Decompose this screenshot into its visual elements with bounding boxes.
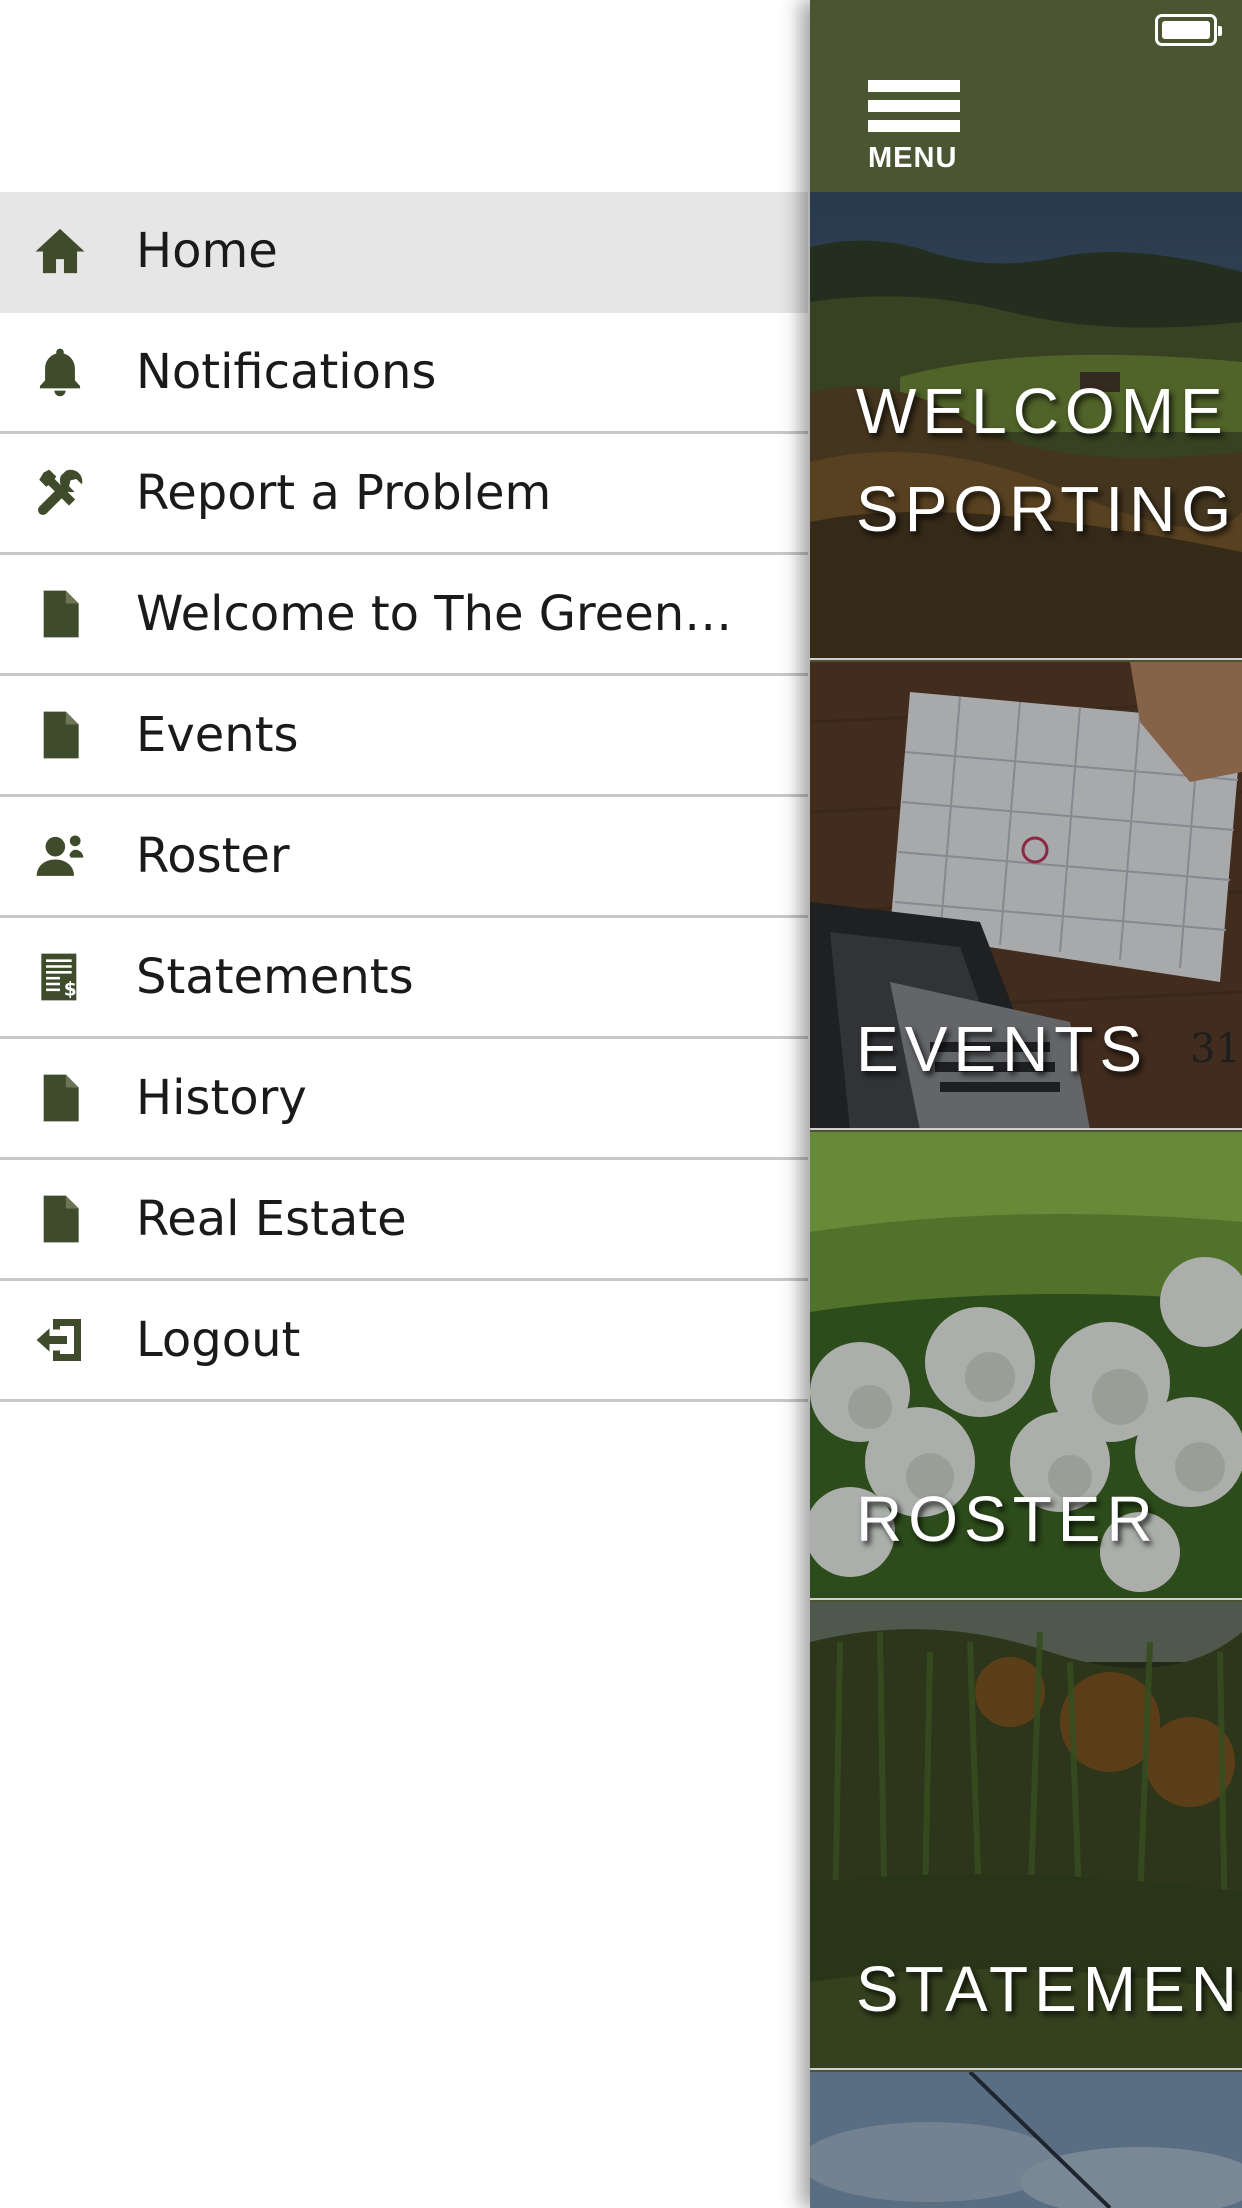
- drawer-item-notifications[interactable]: Notifications: [0, 313, 808, 434]
- menu-button-label: MENU: [868, 142, 958, 174]
- document-icon: [30, 1068, 90, 1128]
- drawer-item-label: History: [136, 1070, 307, 1126]
- navigation-drawer: Home Notifications Report a Problem Welc…: [0, 0, 810, 2208]
- tile-title: SPORTING: [856, 473, 1238, 545]
- battery-icon: [1155, 14, 1222, 46]
- drawer-item-real-estate[interactable]: Real Estate: [0, 1160, 808, 1281]
- tile-title: EVENTS: [856, 1013, 1149, 1085]
- tile-welcome[interactable]: WELCOME SPORTING: [810, 192, 1242, 660]
- tools-icon: [30, 463, 90, 523]
- drawer-item-roster[interactable]: Roster: [0, 797, 808, 918]
- logout-icon: [30, 1310, 90, 1370]
- drawer-item-history[interactable]: History: [0, 1039, 808, 1160]
- drawer-item-label: Home: [136, 223, 278, 279]
- drawer-item-label: Logout: [136, 1312, 301, 1368]
- person-icon: [30, 826, 90, 886]
- drawer-menu-list: Home Notifications Report a Problem Welc…: [0, 192, 808, 1402]
- tile-title: STATEMEN: [856, 1953, 1242, 2025]
- tile-title: WELCOME: [856, 375, 1229, 447]
- document-icon: [30, 705, 90, 765]
- drawer-item-label: Welcome to The Green…: [136, 586, 733, 642]
- drawer-item-label: Report a Problem: [136, 465, 552, 521]
- drawer-item-label: Roster: [136, 828, 290, 884]
- drawer-item-label: Real Estate: [136, 1191, 407, 1247]
- menu-button[interactable]: MENU: [868, 80, 968, 180]
- tile-partial[interactable]: [810, 2072, 1242, 2208]
- hamburger-bar: [868, 100, 960, 112]
- drawer-item-logout[interactable]: Logout: [0, 1281, 808, 1402]
- drawer-item-report-a-problem[interactable]: Report a Problem: [0, 434, 808, 555]
- main-content: MENU WELCOME SPORTING 31 EVENTS ROSTER S…: [810, 0, 1242, 2208]
- drawer-item-home[interactable]: Home: [0, 192, 808, 313]
- svg-text:$: $: [64, 980, 77, 1001]
- drawer-item-welcome[interactable]: Welcome to The Green…: [0, 555, 808, 676]
- app-header: MENU: [810, 0, 1242, 192]
- statement-icon: $: [30, 947, 90, 1007]
- document-icon: [30, 1189, 90, 1249]
- tile-overlay: [810, 2072, 1242, 2208]
- hamburger-bar: [868, 120, 960, 132]
- tile-statements[interactable]: STATEMEN: [810, 1602, 1242, 2070]
- tile-events[interactable]: 31 EVENTS: [810, 662, 1242, 1130]
- hamburger-bar: [868, 80, 960, 92]
- tile-title: ROSTER: [856, 1483, 1159, 1555]
- home-icon: [30, 221, 90, 281]
- drawer-item-statements[interactable]: $ Statements: [0, 918, 808, 1039]
- drawer-item-label: Notifications: [136, 344, 437, 400]
- drawer-item-label: Events: [136, 707, 299, 763]
- document-icon: [30, 584, 90, 644]
- bell-icon: [30, 342, 90, 402]
- drawer-item-events[interactable]: Events: [0, 676, 808, 797]
- drawer-item-label: Statements: [136, 949, 414, 1005]
- tile-roster[interactable]: ROSTER: [810, 1132, 1242, 1600]
